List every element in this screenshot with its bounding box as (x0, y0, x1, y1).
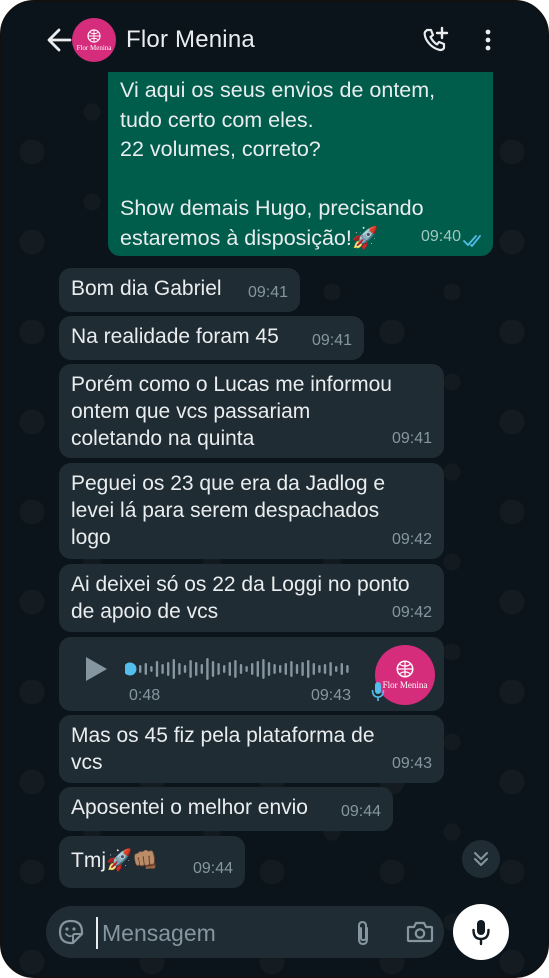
audio-message[interactable]: 0:48 09:43 Flor Menina (59, 637, 444, 711)
waveform-bar (206, 658, 209, 680)
message-time: 09:41 (247, 284, 288, 301)
waveform-bar (239, 664, 243, 674)
globe-logo-icon (396, 660, 414, 678)
waveform-bar (312, 663, 315, 675)
waveform-bar (256, 661, 259, 677)
voice-record-button[interactable] (453, 904, 509, 960)
waveform-bar (346, 665, 349, 673)
waveform-bar (211, 661, 215, 677)
message-bubble-incoming[interactable]: Peguei os 23 que era da Jadlog e levei l… (59, 463, 444, 559)
message-bubble-incoming[interactable]: Mas os 45 fiz pela plataforma de vcs 09:… (59, 715, 444, 783)
waveform-bar (139, 665, 142, 673)
message-bubble-incoming[interactable]: Aposentei o melhor envio 09:44 (59, 787, 393, 831)
waveform-bar (223, 665, 226, 673)
waveform-bar (245, 666, 248, 672)
waveform-bar (279, 665, 282, 673)
waveform-bar (323, 664, 327, 674)
message-bubble-incoming[interactable]: Tmj🚀👊🏽 09:44 (59, 836, 245, 888)
waveform-bar (167, 662, 170, 676)
waveform-bar (267, 662, 271, 676)
message-text: Peguei os 23 que era da Jadlog e levei l… (71, 472, 386, 549)
waveform-bar (178, 663, 181, 675)
avatar-logo-text: Flor Menina (76, 43, 112, 52)
waveform-bar (262, 659, 265, 679)
chat-screen: Flor Menina Flor Menina Vi aqui os seus … (0, 0, 549, 978)
waveform-bar (329, 662, 332, 676)
message-time: 09:42 (391, 531, 432, 548)
waveform-bar (251, 663, 254, 675)
message-time: 09:41 (391, 430, 432, 447)
message-text: Aposentei o melhor envio (71, 796, 308, 819)
waveform-bar (318, 665, 321, 673)
waveform-bar (307, 660, 310, 678)
message-text: Na realidade foram 45 (71, 325, 279, 348)
waveform-bar (290, 661, 293, 677)
sticker-emoji-icon[interactable] (58, 919, 84, 945)
camera-icon[interactable] (406, 920, 434, 944)
waveform-bar (195, 662, 198, 676)
message-bubble-incoming[interactable]: Porém como o Lucas me informou ontem que… (59, 364, 444, 458)
message-composer (46, 906, 444, 958)
waveform-bar (284, 663, 287, 675)
play-icon[interactable] (83, 655, 109, 683)
message-bubble-outgoing[interactable]: Vi aqui os seus envios de ontem, tudo ce… (108, 72, 493, 256)
waveform-bar (273, 664, 276, 674)
waveform-bar (217, 663, 220, 675)
more-options-icon[interactable] (474, 26, 502, 54)
waveform-bar (234, 660, 237, 678)
waveform-bar (340, 663, 343, 675)
audio-waveform[interactable] (125, 657, 350, 681)
waveform-bar (144, 663, 147, 675)
message-bubble-incoming[interactable]: Na realidade foram 45 09:41 (59, 316, 364, 360)
globe-logo-icon (87, 28, 101, 43)
message-text: Ai deixei só os 22 da Loggi no ponto de … (71, 573, 410, 623)
message-bubble-incoming[interactable]: Ai deixei só os 22 da Loggi no ponto de … (59, 564, 444, 632)
back-arrow-icon[interactable] (46, 26, 72, 54)
message-time: 09:40 (420, 228, 461, 245)
audio-progress-knob (125, 662, 137, 676)
waveform-bar (295, 664, 299, 674)
avatar-logo-text: Flor Menina (382, 680, 428, 690)
waveform-bar (172, 659, 175, 679)
add-call-icon[interactable] (421, 26, 449, 54)
attach-paperclip-icon[interactable] (352, 920, 374, 946)
contact-name[interactable]: Flor Menina (126, 26, 255, 54)
waveform-bar (228, 662, 231, 676)
contact-avatar[interactable]: Flor Menina (72, 18, 116, 62)
message-text: Mas os 45 fiz pela plataforma de vcs (71, 724, 375, 774)
audio-time: 09:43 (311, 687, 352, 704)
voice-note-mic-icon (371, 682, 385, 701)
message-time: 09:44 (192, 860, 233, 877)
waveform-bar (301, 662, 304, 676)
waveform-bar (200, 664, 203, 674)
message-time: 09:41 (311, 332, 352, 349)
waveform-bar (189, 660, 192, 678)
message-time: 09:42 (391, 604, 432, 621)
waveform-bar (161, 664, 164, 674)
message-bubble-incoming[interactable]: Bom dia Gabriel 09:41 (59, 268, 300, 312)
waveform-bar (183, 665, 187, 673)
double-chevron-down-icon (474, 852, 488, 866)
message-text: Porém como o Lucas me informou ontem que… (71, 373, 392, 450)
read-receipt-icon (463, 235, 481, 247)
scroll-to-bottom-button[interactable] (462, 840, 500, 878)
audio-duration: 0:48 (129, 687, 161, 704)
waveform-bar (155, 661, 159, 677)
message-input[interactable] (96, 917, 344, 949)
microphone-icon (472, 920, 490, 946)
waveform-bar (335, 666, 338, 672)
waveform-bar (150, 666, 153, 672)
message-time: 09:43 (391, 755, 432, 772)
chat-header: Flor Menina Flor Menina (2, 2, 547, 78)
message-time: 09:44 (340, 803, 381, 820)
